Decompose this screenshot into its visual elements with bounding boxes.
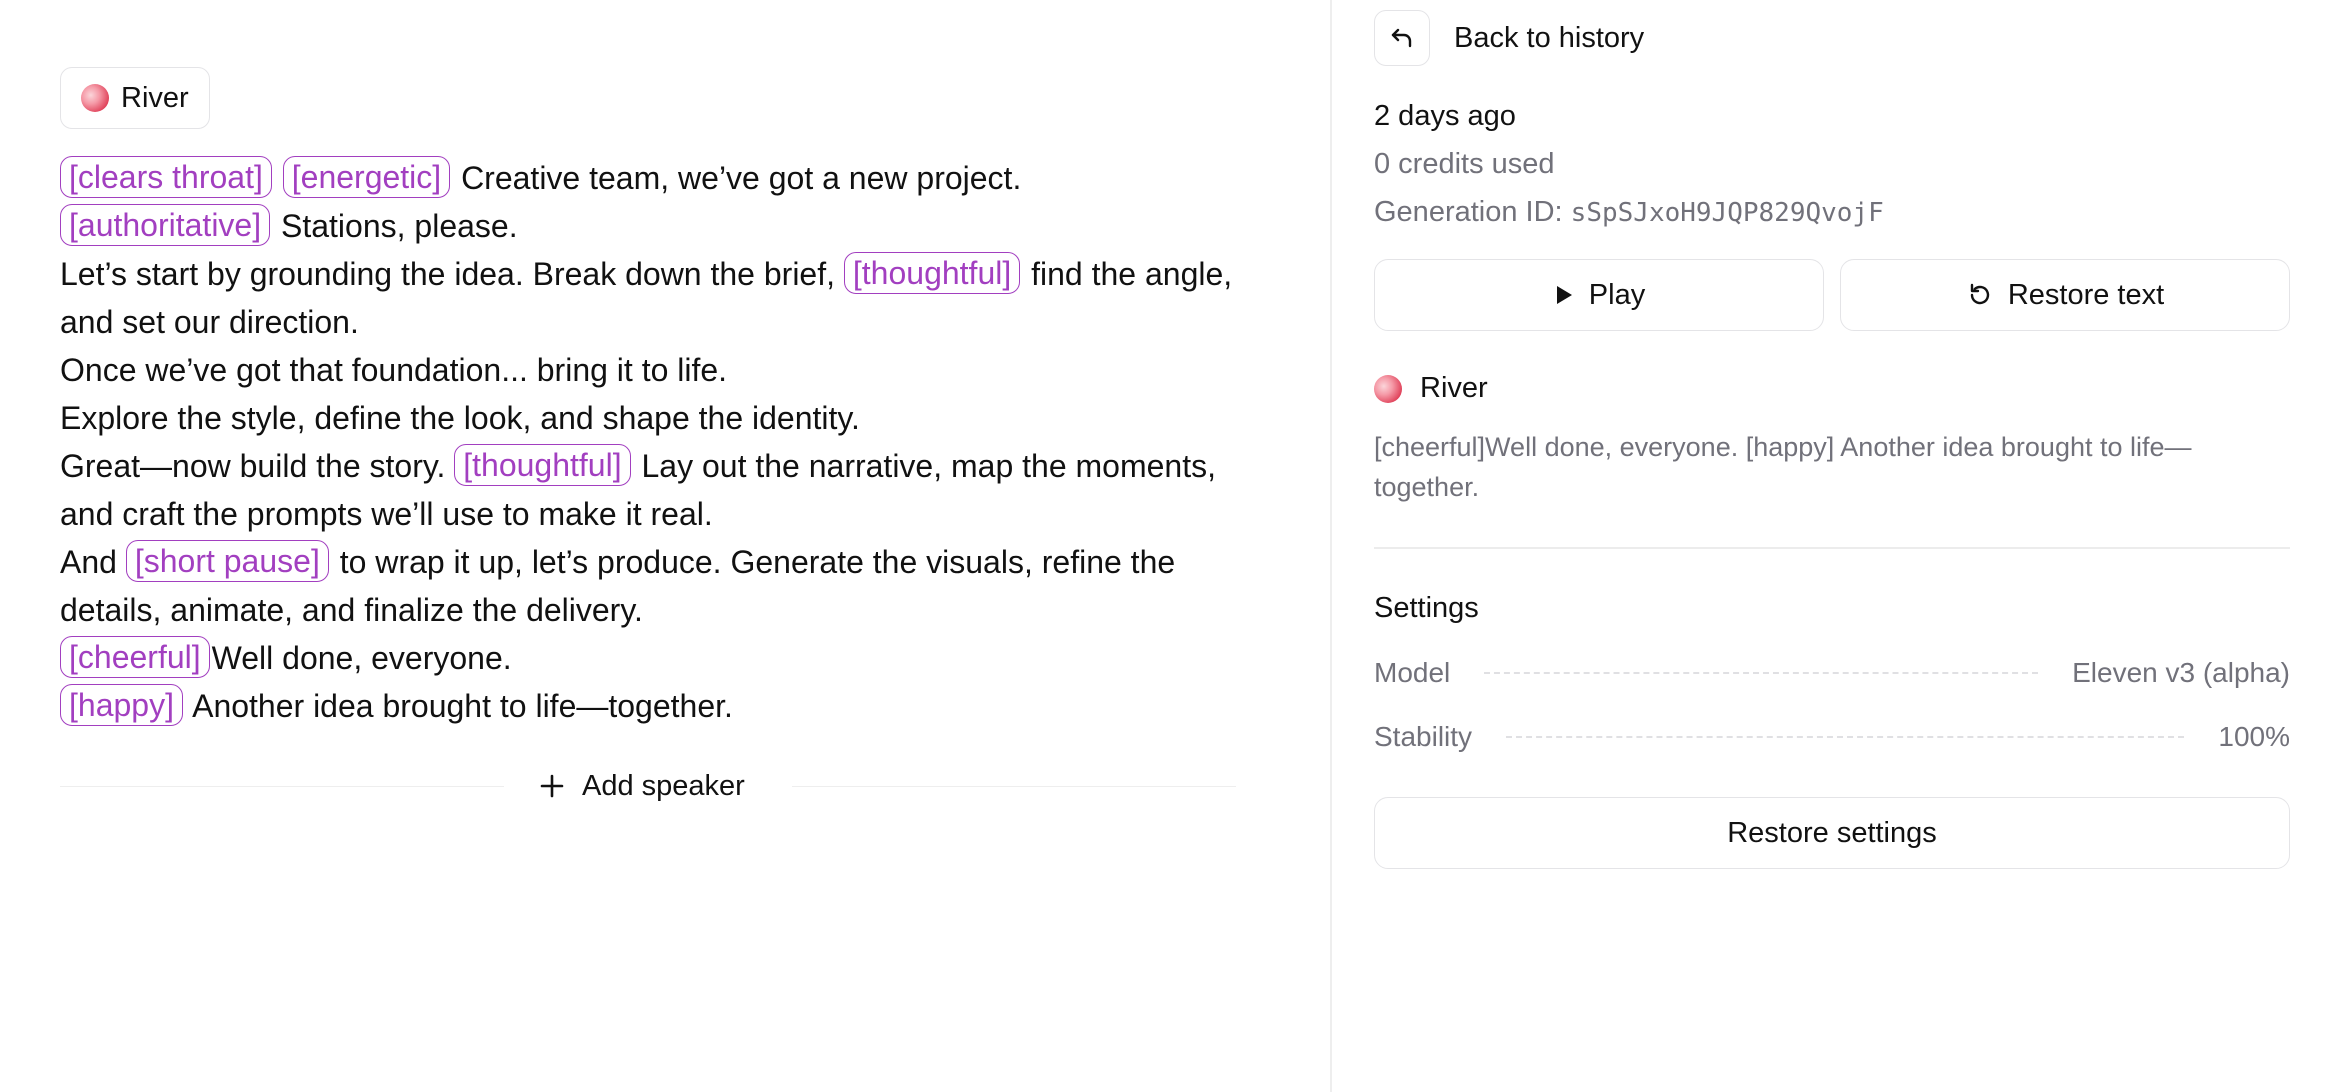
script-text: Creative team, we’ve got a new project. <box>452 160 1022 196</box>
script-text: Let’s start by grounding the idea. Break… <box>60 256 844 292</box>
script-line[interactable]: [authoritative] Stations, please. <box>60 202 1240 250</box>
rotate-ccw-icon <box>1970 283 1990 305</box>
back-button[interactable] <box>1374 10 1430 66</box>
script-line[interactable]: And [short pause] to wrap it up, let’s p… <box>60 538 1240 634</box>
script-text: And <box>60 544 126 580</box>
divider <box>1374 547 2290 549</box>
script-line[interactable]: [clears throat] [energetic] Creative tea… <box>60 154 1240 202</box>
script-text: Well done, everyone. <box>211 640 512 676</box>
generation-id: Generation ID: sSpSJxoH9JQP829QvojF <box>1374 196 1884 229</box>
script-line[interactable]: Great—now build the story. [thoughtful] … <box>60 442 1240 538</box>
script-line[interactable]: Once we’ve got that foundation... bring … <box>60 346 1240 394</box>
audio-tag[interactable]: [energetic] <box>282 156 451 198</box>
script-line[interactable]: Let’s start by grounding the idea. Break… <box>60 250 1240 346</box>
add-speaker-row: Add speaker <box>60 764 1236 808</box>
setting-value: 100% <box>2218 721 2290 752</box>
restore-settings-button[interactable]: Restore settings <box>1374 797 2290 869</box>
generation-time: 2 days ago <box>1374 100 1516 132</box>
setting-label: Stability <box>1374 721 1473 752</box>
speaker-avatar <box>1374 374 1402 403</box>
add-speaker-label: Add speaker <box>582 769 745 802</box>
script-text: Once we’ve got that foundation... bring … <box>60 352 728 388</box>
audio-tag[interactable]: [short pause] <box>125 540 329 582</box>
script-line[interactable]: Explore the style, define the look, and … <box>60 394 1240 442</box>
play-button[interactable]: Play <box>1374 259 1824 331</box>
audio-tag[interactable]: [authoritative] <box>60 204 271 246</box>
generation-id-value: sSpSJxoH9JQP829QvojF <box>1570 198 1884 228</box>
script-text: Great—now build the story. <box>60 448 455 484</box>
back-to-history-label: Back to history <box>1454 21 1645 54</box>
audio-tag[interactable]: [thoughtful] <box>454 444 631 486</box>
script-text: Explore the style, define the look, and … <box>60 400 860 436</box>
play-label: Play <box>1588 278 1646 311</box>
dotted-leader <box>1484 672 2039 674</box>
audio-tag[interactable]: [happy] <box>60 684 183 726</box>
back-to-history-link[interactable]: Back to history <box>1374 10 1644 66</box>
voice-text-preview: [cheerful]Well done, everyone. [happy] A… <box>1374 432 2192 502</box>
restore-text-label: Restore text <box>2007 278 2165 311</box>
script-editor-pane: River [clears throat] [energetic] Creati… <box>0 0 1332 1092</box>
generation-id-label: Generation ID: <box>1374 196 1563 228</box>
setting-row-model: Model Eleven v3 (alpha) <box>1374 653 2290 693</box>
restore-text-button[interactable]: Restore text <box>1840 259 2290 331</box>
setting-label: Model <box>1374 657 1451 688</box>
script-line[interactable]: [happy] Another idea brought to life—tog… <box>60 682 1240 730</box>
setting-value: Eleven v3 (alpha) <box>2072 657 2290 688</box>
speaker-avatar <box>81 84 109 112</box>
script-text-area[interactable]: [clears throat] [energetic] Creative tea… <box>60 154 1240 730</box>
speaker-name: River <box>121 81 189 114</box>
play-icon <box>1556 286 1572 304</box>
script-text: Another idea brought to life—together. <box>184 688 733 724</box>
script-text <box>274 160 283 196</box>
divider <box>792 786 1236 787</box>
divider <box>60 786 504 787</box>
dotted-leader <box>1506 736 2185 738</box>
credits-used: 0 credits used <box>1374 148 1555 180</box>
add-speaker-button[interactable]: Add speaker <box>538 764 745 808</box>
script-line[interactable]: [cheerful] Well done, everyone. <box>60 634 1240 682</box>
restore-settings-label: Restore settings <box>1727 816 1937 849</box>
plus-icon <box>540 774 564 798</box>
setting-row-stability: Stability 100% <box>1374 717 2290 757</box>
settings-title: Settings <box>1374 592 1479 624</box>
undo-arrow-icon <box>1391 28 1412 48</box>
audio-tag[interactable]: [clears throat] <box>60 156 272 198</box>
generation-details-pane: Back to history 2 days ago 0 credits use… <box>1334 0 2330 1092</box>
speaker-selector-button[interactable]: River <box>60 67 210 129</box>
audio-tag[interactable]: [thoughtful] <box>843 252 1021 294</box>
voice-row: River <box>1374 372 1488 405</box>
voice-name: River <box>1420 372 1488 404</box>
script-text: Stations, please. <box>272 208 518 244</box>
audio-tag[interactable]: [cheerful] <box>60 636 210 678</box>
